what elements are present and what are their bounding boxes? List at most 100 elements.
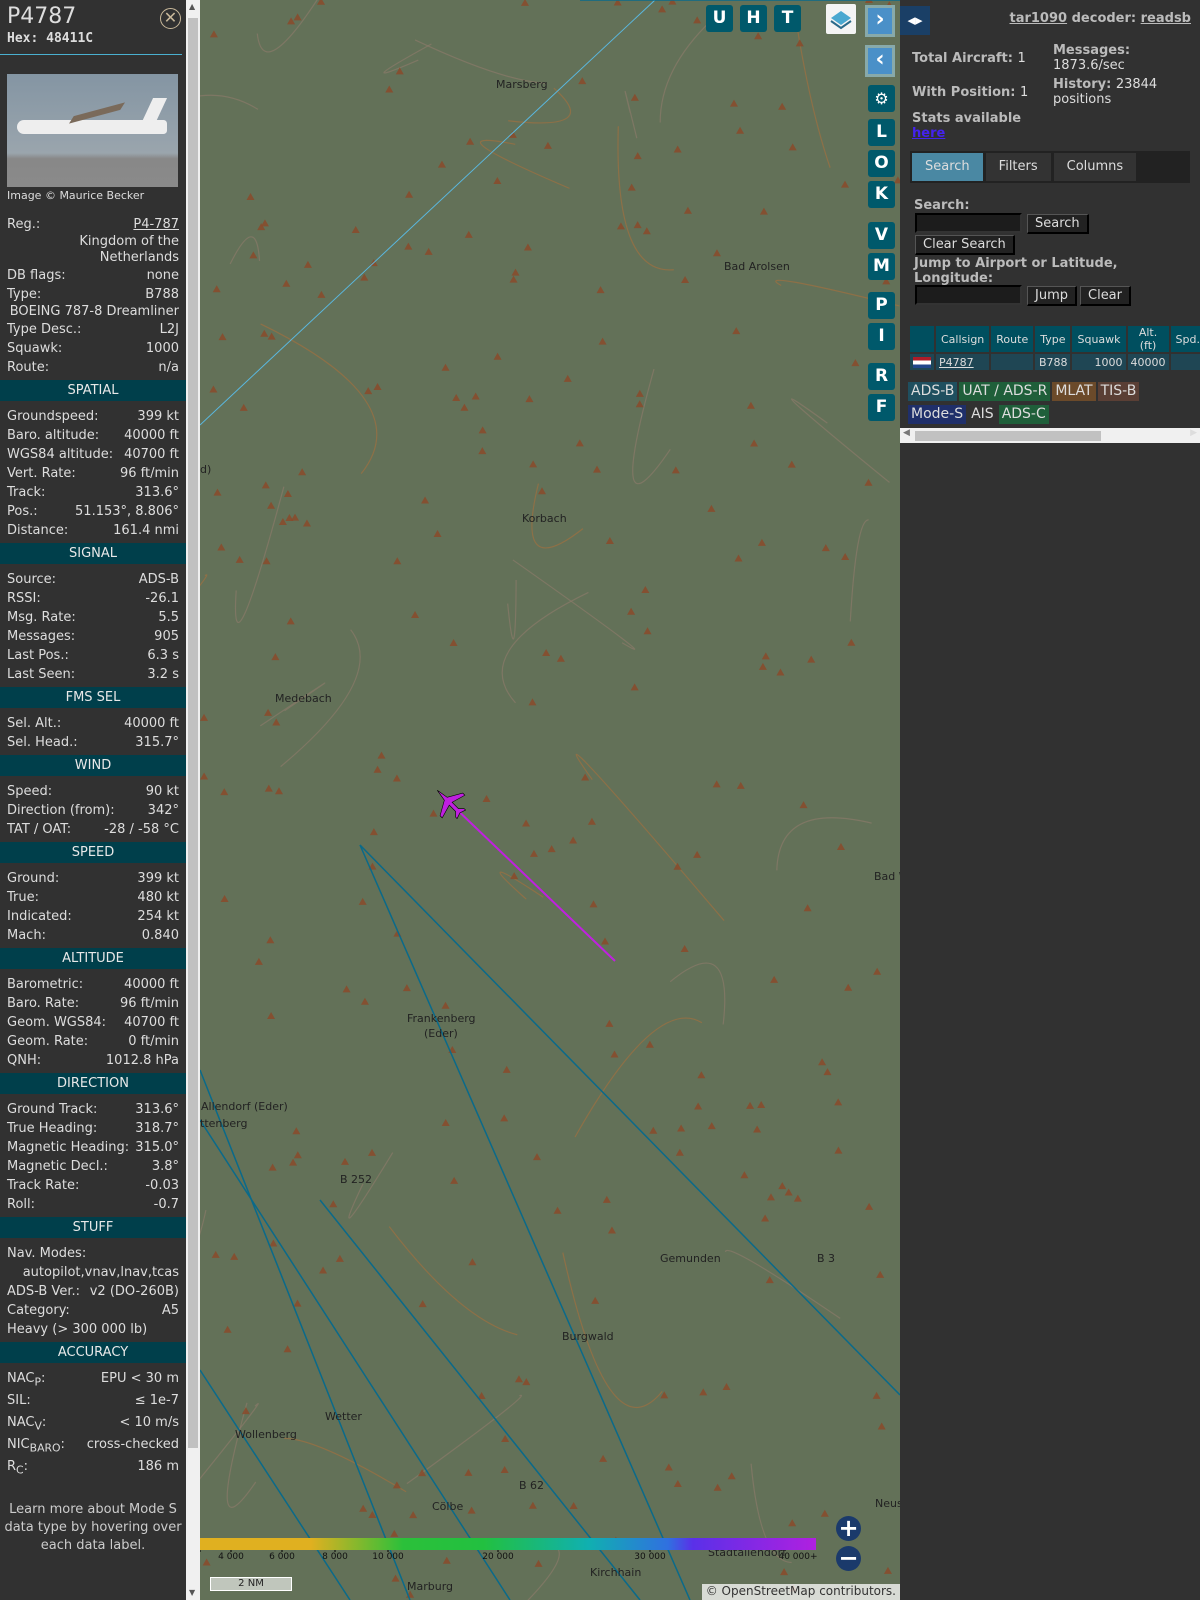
col-flag[interactable] — [910, 326, 934, 352]
col-type[interactable]: Type — [1035, 326, 1071, 352]
detail-label[interactable]: NACV: — [7, 1413, 46, 1435]
detail-label[interactable]: WGS84 altitude: — [7, 445, 113, 464]
detail-label[interactable]: Track: — [7, 483, 45, 502]
detail-label[interactable]: NACP: — [7, 1369, 45, 1391]
osm-link[interactable]: OpenStreetMap — [722, 1584, 816, 1598]
map-feature — [627, 607, 636, 615]
detail-label[interactable]: True Heading: — [7, 1119, 97, 1138]
panel-scrollbar[interactable]: ▲ ▼ — [186, 0, 200, 1600]
table-scrollbar[interactable]: ◀ ▶ — [900, 428, 1200, 443]
detail-label[interactable]: Geom. Rate: — [7, 1032, 88, 1051]
detail-label[interactable]: Pos.: — [7, 502, 38, 521]
detail-label[interactable]: Ground Track: — [7, 1100, 97, 1119]
detail-label[interactable]: SIL: — [7, 1391, 31, 1413]
detail-label[interactable]: Roll: — [7, 1195, 35, 1214]
detail-value: 5.5 — [158, 610, 179, 625]
map-button-i[interactable]: I — [868, 323, 895, 350]
detail-label[interactable]: Barometric: — [7, 975, 83, 994]
detail-label[interactable]: Direction (from): — [7, 801, 115, 820]
tab-search[interactable]: Search — [912, 153, 983, 181]
map-button-h[interactable]: H — [740, 5, 767, 32]
map-button-m[interactable]: M — [868, 253, 895, 280]
map-feature — [209, 30, 218, 38]
col-squawk[interactable]: Squawk — [1072, 326, 1126, 352]
detail-label[interactable]: Ground: — [7, 869, 59, 888]
map-button-p[interactable]: P — [868, 292, 895, 319]
jump-button[interactable]: Jump — [1027, 286, 1077, 306]
map-button-f[interactable]: F — [868, 394, 895, 421]
detail-label[interactable]: RC: — [7, 1457, 28, 1479]
detail-label[interactable]: Indicated: — [7, 907, 72, 926]
detail-label[interactable]: True: — [7, 888, 39, 907]
aircraft-photo[interactable] — [7, 74, 178, 187]
collapse-left-button[interactable]: ‹ — [865, 45, 895, 77]
map-place-label: B 252 — [340, 1173, 373, 1186]
detail-label[interactable]: NICBARO: — [7, 1435, 65, 1457]
map-button-t[interactable]: T — [774, 5, 801, 32]
info-row: Reg.: P4-787 — [0, 215, 186, 234]
detail-label[interactable]: Vert. Rate: — [7, 464, 76, 483]
map-button-o[interactable]: O — [868, 150, 895, 177]
map-button-v[interactable]: V — [868, 222, 895, 249]
col-speed[interactable]: Spd. — [1170, 326, 1200, 352]
detail-label[interactable]: Track Rate: — [7, 1176, 79, 1195]
detail-label[interactable]: TAT / OAT: — [7, 820, 71, 839]
detail-label[interactable]: Nav. Modes: — [7, 1244, 86, 1263]
detail-row: Magnetic Decl.: 3.8° — [0, 1157, 186, 1176]
detail-label[interactable]: Messages: — [7, 627, 75, 646]
layers-button[interactable] — [826, 4, 856, 34]
detail-label[interactable]: Last Pos.: — [7, 646, 69, 665]
detail-label[interactable]: Category: — [7, 1301, 70, 1320]
map-button-r[interactable]: R — [868, 363, 895, 390]
map-feature — [388, 1226, 518, 1336]
detail-label[interactable]: Mach: — [7, 926, 46, 945]
col-route[interactable]: Route — [991, 326, 1034, 352]
detail-label[interactable]: Sel. Head.: — [7, 733, 78, 752]
detail-label[interactable]: Baro. Rate: — [7, 994, 79, 1013]
decoder-link[interactable]: readsb — [1141, 11, 1191, 26]
detail-label[interactable]: Groundspeed: — [7, 407, 98, 426]
jump-input[interactable] — [915, 285, 1022, 305]
zoom-out-button[interactable]: − — [836, 1546, 861, 1571]
detail-label[interactable]: Magnetic Heading: — [7, 1138, 129, 1157]
tab-filters[interactable]: Filters — [985, 153, 1051, 181]
detail-label[interactable]: Distance: — [7, 521, 68, 540]
zoom-in-button[interactable]: + — [836, 1516, 861, 1541]
detail-label[interactable]: Speed: — [7, 782, 52, 801]
detail-label[interactable]: Geom. WGS84: — [7, 1013, 106, 1032]
clear-jump-button[interactable]: Clear — [1080, 286, 1131, 306]
registration-link[interactable]: P4-787 — [133, 215, 179, 234]
callsign-link[interactable]: P4787 — [939, 356, 974, 369]
map-button-k[interactable]: K — [868, 181, 895, 208]
tab-columns[interactable]: Columns — [1053, 153, 1137, 181]
search-input[interactable] — [915, 213, 1022, 233]
section-header: ALTITUDE — [0, 948, 186, 969]
detail-label[interactable]: QNH: — [7, 1051, 41, 1070]
detail-row: Track Rate: -0.03 — [0, 1176, 186, 1195]
search-button[interactable]: Search — [1027, 214, 1089, 234]
map[interactable]: Marsberg Bad Arolsen Korbach Medebach Franke… — [200, 0, 900, 1600]
detail-label[interactable]: Magnetic Decl.: — [7, 1157, 108, 1176]
close-icon[interactable]: ✕ — [160, 8, 181, 29]
col-altitude[interactable]: Alt. (ft) — [1127, 326, 1169, 352]
detail-label[interactable]: Msg. Rate: — [7, 608, 76, 627]
map-button-u[interactable]: U — [706, 5, 733, 32]
detail-label[interactable]: ADS-B Ver.: — [7, 1282, 80, 1301]
detail-label[interactable]: Last Seen: — [7, 665, 75, 684]
detail-label[interactable]: RSSI: — [7, 589, 41, 608]
map-feature — [429, 809, 438, 817]
expand-right-button[interactable]: › — [865, 5, 895, 37]
table-row[interactable]: P4787 B788 1000 40000 — [910, 354, 1200, 370]
settings-gear-icon[interactable]: ⚙ — [868, 85, 895, 112]
map-feature — [649, 1126, 658, 1134]
map-feature — [770, 975, 779, 983]
detail-label[interactable]: Baro. altitude: — [7, 426, 99, 445]
detail-label[interactable]: Sel. Alt.: — [7, 714, 61, 733]
detail-label[interactable]: Source: — [7, 570, 56, 589]
site-link[interactable]: tar1090 — [1009, 11, 1067, 26]
map-button-l[interactable]: L — [868, 119, 895, 146]
col-callsign[interactable]: Callsign — [936, 326, 990, 352]
stats-link[interactable]: here — [912, 126, 945, 141]
clear-search-button[interactable]: Clear Search — [915, 235, 1015, 255]
toggle-sidebar-button[interactable]: ◂▸ — [900, 6, 930, 35]
